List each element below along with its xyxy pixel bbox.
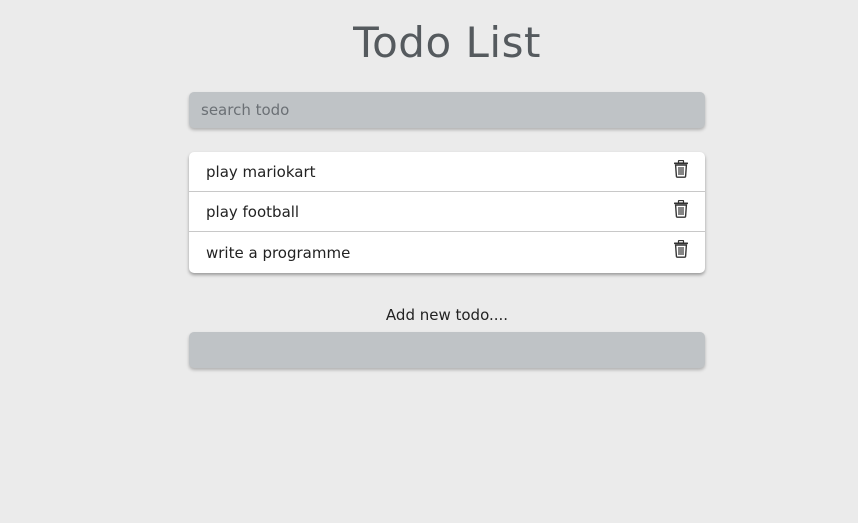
trash-icon[interactable] [673,200,689,218]
search-input[interactable] [189,92,705,128]
trash-icon[interactable] [673,240,689,258]
todo-text: write a programme [206,243,351,262]
list-item: play mariokart [189,152,705,192]
search-form [189,92,705,128]
list-item: write a programme [189,232,705,273]
todo-app: Todo List play mariokart play football [0,0,858,523]
add-todo-label: Add new todo.... [385,306,509,324]
todo-text: play mariokart [206,162,316,181]
add-todo-input[interactable] [189,332,705,368]
todo-text: play football [206,202,300,221]
todo-list: play mariokart play football write a pro… [189,152,705,273]
list-item: play football [189,192,705,232]
trash-icon[interactable] [673,160,689,178]
page-title: Todo List [353,18,541,67]
add-todo-form [189,332,705,368]
